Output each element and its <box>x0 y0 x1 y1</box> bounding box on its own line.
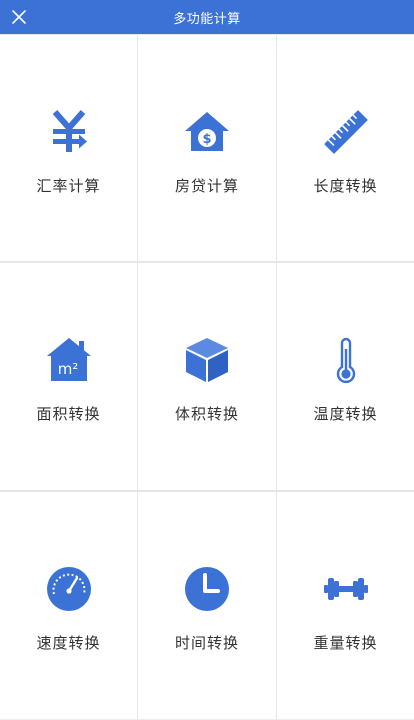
tool-length[interactable]: 长度转换 <box>277 35 414 261</box>
tool-speed[interactable]: 速度转换 <box>0 492 137 719</box>
tool-label: 重量转换 <box>313 634 378 652</box>
close-icon <box>12 10 26 24</box>
tool-label: 时间转换 <box>174 634 239 652</box>
thermometer-icon <box>321 335 371 385</box>
tool-volume[interactable]: 体积转换 <box>138 263 276 490</box>
tool-label: 汇率计算 <box>36 177 101 195</box>
cube-icon <box>182 335 232 385</box>
ruler-icon <box>321 107 371 157</box>
speedometer-icon <box>44 564 94 614</box>
house-dollar-icon: $ <box>182 107 232 157</box>
tool-mortgage[interactable]: $ 房贷计算 <box>138 35 276 261</box>
tool-time[interactable]: 时间转换 <box>138 492 276 719</box>
tool-label: 温度转换 <box>313 405 378 423</box>
tool-label: 房贷计算 <box>174 177 239 195</box>
tool-temperature[interactable]: 温度转换 <box>277 263 414 490</box>
tool-grid: 汇率计算 $ 房贷计算 长度转换 m² 面积转换 体积转换 温度转换 速度转换 … <box>0 34 414 719</box>
tool-label: 长度转换 <box>313 177 378 195</box>
svg-text:m²: m² <box>57 360 78 378</box>
tool-weight[interactable]: 重量转换 <box>277 492 414 719</box>
clock-icon <box>182 564 232 614</box>
close-button[interactable] <box>0 0 38 34</box>
tool-area[interactable]: m² 面积转换 <box>0 263 137 490</box>
tool-exchange-rate[interactable]: 汇率计算 <box>0 35 137 261</box>
yuan-exchange-icon <box>44 107 94 157</box>
app-header: 多功能计算 <box>0 0 414 34</box>
svg-text:$: $ <box>202 132 211 147</box>
tool-label: 速度转换 <box>36 634 101 652</box>
dumbbell-icon <box>321 564 371 614</box>
house-m2-icon: m² <box>44 335 94 385</box>
tool-label: 体积转换 <box>174 405 239 423</box>
tool-label: 面积转换 <box>36 405 101 423</box>
page-title: 多功能计算 <box>173 11 241 27</box>
